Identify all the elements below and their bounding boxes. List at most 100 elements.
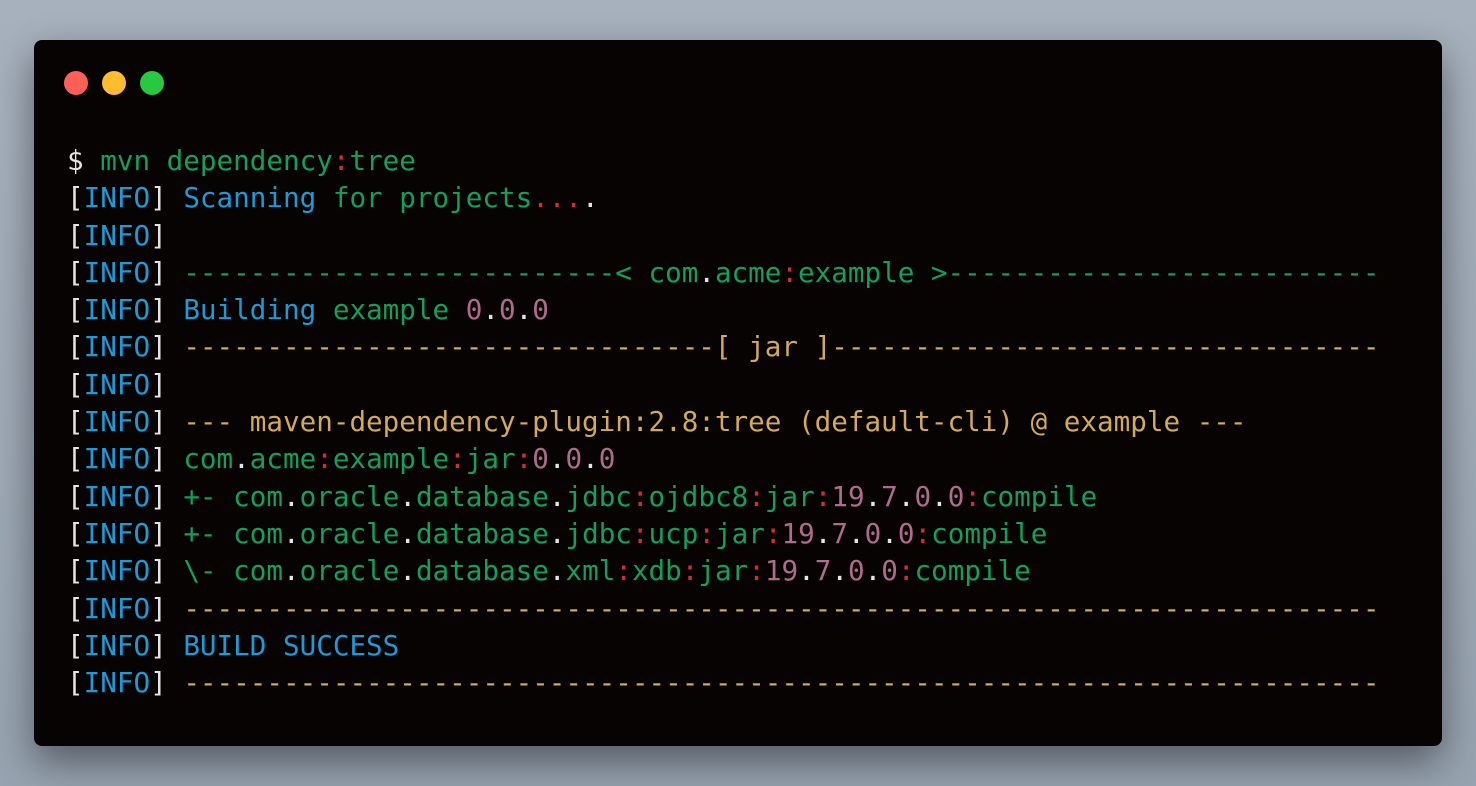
terminal-text: . <box>283 479 300 513</box>
terminal-text: 0 <box>498 293 516 327</box>
terminal-text: jdbc <box>565 516 632 550</box>
terminal-text: tree <box>349 144 416 177</box>
terminal-line: [INFO] <box>67 366 1422 403</box>
terminal-text: \- com <box>183 554 283 588</box>
terminal-text: : <box>698 516 716 550</box>
terminal-text: : <box>914 516 932 550</box>
terminal-text: 0 <box>947 479 965 513</box>
window-controls <box>64 71 164 95</box>
terminal-text: ] <box>150 554 184 588</box>
terminal-text: [ <box>67 479 84 513</box>
terminal-text: INFO <box>83 405 151 439</box>
terminal-text: : <box>681 554 699 588</box>
terminal-text: ] <box>150 628 184 662</box>
terminal-text: compile <box>914 554 1031 588</box>
terminal-text: mvn dependency <box>100 144 333 177</box>
terminal-text: Scanning <box>183 181 333 215</box>
terminal-text: . <box>798 554 815 588</box>
close-button[interactable] <box>64 71 88 95</box>
terminal-text: INFO <box>83 516 151 550</box>
terminal-text: 0 <box>864 516 882 550</box>
terminal-text: . <box>548 442 566 476</box>
terminal-text: ucp <box>648 516 699 550</box>
terminal-text: ojdbc8 <box>648 479 749 513</box>
terminal-text: ] <box>150 479 184 513</box>
terminal-text: 0 <box>565 442 583 476</box>
terminal-line: [INFO] ---------------------------------… <box>67 590 1422 627</box>
terminal-text: . <box>482 293 499 327</box>
minimize-button[interactable] <box>102 71 126 95</box>
terminal-text: --------------------------------[ jar ]-… <box>183 330 1380 364</box>
terminal-text: . <box>233 442 250 476</box>
terminal-text: . <box>897 479 915 513</box>
terminal-text: 0 <box>847 554 865 588</box>
terminal-text: ] <box>150 218 167 252</box>
terminal-text: 7 <box>814 554 832 588</box>
terminal-text: ... <box>532 181 583 215</box>
terminal-text: [ <box>67 255 84 289</box>
terminal-text: . <box>931 479 948 513</box>
terminal-text: 0 <box>598 442 616 476</box>
terminal-text: . <box>548 516 566 550</box>
terminal-text: INFO <box>83 442 151 476</box>
terminal-text: jdbc <box>565 479 632 513</box>
terminal-text: . <box>864 479 882 513</box>
terminal-text: : <box>615 554 632 588</box>
terminal-text: example <box>332 293 466 327</box>
terminal-text: : <box>449 442 466 476</box>
terminal-text: acme <box>714 255 782 289</box>
terminal-text: INFO <box>83 628 151 662</box>
terminal-text: ] <box>150 516 184 550</box>
terminal-text: . <box>698 255 715 289</box>
terminal-text: . <box>881 516 898 550</box>
terminal-text: : <box>748 479 765 513</box>
terminal-line: [INFO] --------------------------------[… <box>67 328 1422 365</box>
terminal-text: 19 <box>781 516 815 550</box>
terminal-line: [INFO] --- maven-dependency-plugin:2.8:t… <box>67 403 1422 440</box>
maximize-button[interactable] <box>140 71 164 95</box>
terminal-line: [INFO] com.acme:example:jar:0.0.0 <box>67 440 1422 477</box>
terminal-text: for projects <box>332 181 533 215</box>
terminal-text: ] <box>150 591 184 625</box>
terminal-line: [INFO] ---------------------------------… <box>67 664 1422 701</box>
terminal-text: jar <box>715 516 765 550</box>
terminal-text: . <box>814 516 832 550</box>
terminal-line: [INFO] +- com.oracle.database.jdbc:ucp:j… <box>67 515 1422 552</box>
terminal-text: compile <box>931 516 1048 550</box>
terminal-text: [ <box>67 591 84 625</box>
terminal-text: compile <box>980 479 1098 513</box>
terminal-text: ] <box>150 181 184 215</box>
terminal-text: oracle <box>299 554 400 588</box>
terminal-text: ] <box>150 442 184 476</box>
terminal-line: $ mvn dependency:tree <box>67 142 1422 179</box>
terminal-line: [INFO] Scanning for projects.... <box>67 179 1422 216</box>
terminal-text: 0 <box>532 293 549 327</box>
terminal-text: oracle <box>299 479 400 513</box>
terminal-text: 19 <box>764 554 799 588</box>
terminal-text: . <box>864 554 882 588</box>
terminal-text: : <box>332 144 350 177</box>
terminal-text: INFO <box>83 218 151 252</box>
terminal-text: BUILD SUCCESS <box>183 628 400 662</box>
terminal-text: . <box>515 293 533 327</box>
terminal-text: 0 <box>914 479 932 513</box>
terminal-text: jar <box>465 442 516 476</box>
terminal-text: INFO <box>83 591 151 625</box>
terminal-text: : <box>631 479 649 513</box>
terminal-text: +- com <box>183 479 283 513</box>
terminal-text: INFO <box>83 554 151 588</box>
terminal-text: ] <box>150 255 184 289</box>
terminal-text: [ <box>67 330 84 364</box>
terminal-text: . <box>399 554 416 588</box>
terminal-text: INFO <box>83 181 151 215</box>
terminal-text: [ <box>67 181 84 215</box>
terminal-text: [ <box>67 554 84 588</box>
terminal-text: : <box>897 554 915 588</box>
terminal-text: : <box>781 255 799 289</box>
terminal-text: database <box>415 479 549 513</box>
terminal-output[interactable]: $ mvn dependency:tree [INFO] Scanning for… <box>67 142 1422 701</box>
terminal-text: database <box>415 554 549 588</box>
terminal-text: . <box>548 479 566 513</box>
terminal-text: . <box>831 554 848 588</box>
terminal-line: [INFO] Building example 0.0.0 <box>67 291 1422 328</box>
